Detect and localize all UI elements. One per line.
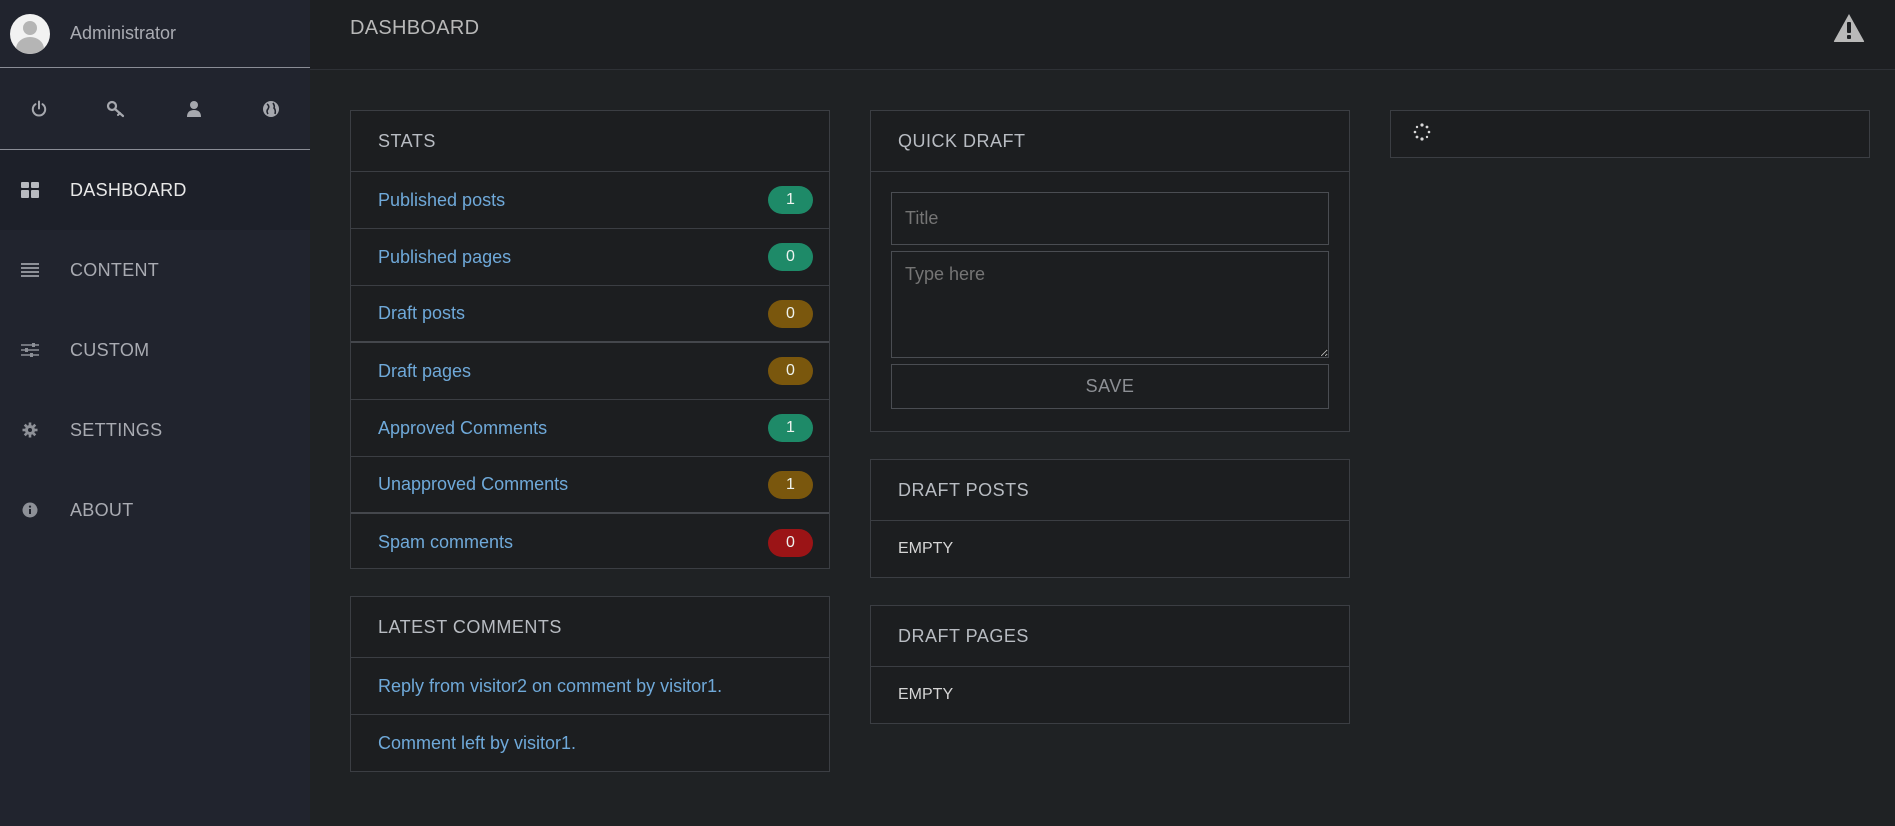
draft-body-textarea[interactable] (891, 251, 1329, 358)
stat-row: Published posts 1 (351, 172, 829, 229)
draft-title-input[interactable] (891, 192, 1329, 245)
gear-icon (20, 420, 40, 440)
topbar: DASHBOARD (310, 0, 1895, 70)
stat-row: Draft posts 0 (351, 286, 829, 343)
nav-item-custom[interactable]: CUSTOM (0, 310, 310, 390)
user-profile[interactable]: Administrator (0, 0, 310, 68)
page-title: DASHBOARD (350, 17, 480, 39)
status-badge: 0 (768, 357, 813, 385)
draft-posts-empty: EMPTY (898, 540, 954, 557)
stat-link-approved-comments[interactable]: Approved Comments (378, 418, 547, 439)
save-button[interactable]: SAVE (891, 364, 1329, 409)
stat-row: Spam comments 0 (351, 514, 829, 571)
spinner-icon (1413, 123, 1431, 146)
user-name: Administrator (70, 23, 177, 43)
key-icon[interactable] (78, 68, 156, 150)
nav-item-about[interactable]: ABOUT (0, 470, 310, 550)
globe-icon[interactable] (233, 68, 311, 150)
stat-link-unapproved-comments[interactable]: Unapproved Comments (378, 474, 568, 495)
stat-row: Published pages 0 (351, 229, 829, 286)
user-icon[interactable] (155, 68, 233, 150)
draft-posts-title: DRAFT POSTS (871, 460, 1349, 521)
status-badge: 1 (768, 186, 813, 214)
loader (1391, 111, 1869, 158)
quick-draft-title: QUICK DRAFT (871, 111, 1349, 172)
latest-comments-panel: LATEST COMMENTS Reply from visitor2 on c… (350, 596, 830, 772)
nav-item-content[interactable]: CONTENT (0, 230, 310, 310)
main-content: STATS Published posts 1 Published pages … (310, 70, 1895, 826)
loading-panel (1390, 110, 1870, 158)
status-badge: 0 (768, 243, 813, 271)
latest-comments-title: LATEST COMMENTS (351, 597, 829, 658)
stat-link-published-pages[interactable]: Published pages (378, 247, 511, 268)
status-badge: 0 (768, 299, 813, 328)
avatar (10, 13, 50, 54)
nav-label: DASHBOARD (70, 179, 187, 200)
info-icon (20, 500, 40, 520)
quick-draft-form: SAVE (871, 172, 1349, 429)
stat-link-published-posts[interactable]: Published posts (378, 190, 505, 211)
stat-row: Draft pages 0 (351, 343, 829, 400)
main-nav: DASHBOARD CONTENT CUSTOM SETTINGS ABOUT (0, 150, 310, 550)
draft-pages-empty: EMPTY (898, 686, 954, 703)
dashboard-icon (20, 180, 40, 200)
status-badge: 0 (768, 528, 813, 557)
nav-label: CONTENT (70, 259, 160, 280)
quick-actions (0, 68, 310, 150)
comment-item: Comment left by visitor1. (351, 715, 829, 772)
status-badge: 1 (768, 414, 813, 442)
draft-pages-title: DRAFT PAGES (871, 606, 1349, 667)
stat-link-draft-posts[interactable]: Draft posts (378, 303, 465, 324)
comment-link[interactable]: Reply from visitor2 on comment by visito… (378, 676, 722, 697)
power-icon[interactable] (0, 68, 78, 150)
warning-icon[interactable] (1833, 13, 1865, 43)
sliders-icon (20, 340, 40, 360)
sidebar: Administrator DASHBOARD CONTENT CUSTOM S… (0, 0, 310, 826)
nav-item-dashboard[interactable]: DASHBOARD (0, 150, 310, 230)
draft-posts-panel: DRAFT POSTS EMPTY (870, 459, 1350, 578)
list-icon (20, 260, 40, 280)
stats-panel: STATS Published posts 1 Published pages … (350, 110, 830, 569)
quick-draft-panel: QUICK DRAFT SAVE (870, 110, 1350, 432)
comment-link[interactable]: Comment left by visitor1. (378, 733, 576, 754)
stat-link-draft-pages[interactable]: Draft pages (378, 361, 471, 382)
nav-label: CUSTOM (70, 339, 150, 360)
draft-pages-panel: DRAFT PAGES EMPTY (870, 605, 1350, 724)
comment-item: Reply from visitor2 on comment by visito… (351, 658, 829, 715)
status-badge: 1 (768, 470, 813, 499)
nav-item-settings[interactable]: SETTINGS (0, 390, 310, 470)
nav-label: ABOUT (70, 499, 134, 520)
nav-label: SETTINGS (70, 419, 163, 440)
stat-link-spam-comments[interactable]: Spam comments (378, 532, 513, 553)
stat-row: Approved Comments 1 (351, 400, 829, 457)
stat-row: Unapproved Comments 1 (351, 457, 829, 514)
stats-title: STATS (351, 111, 829, 172)
